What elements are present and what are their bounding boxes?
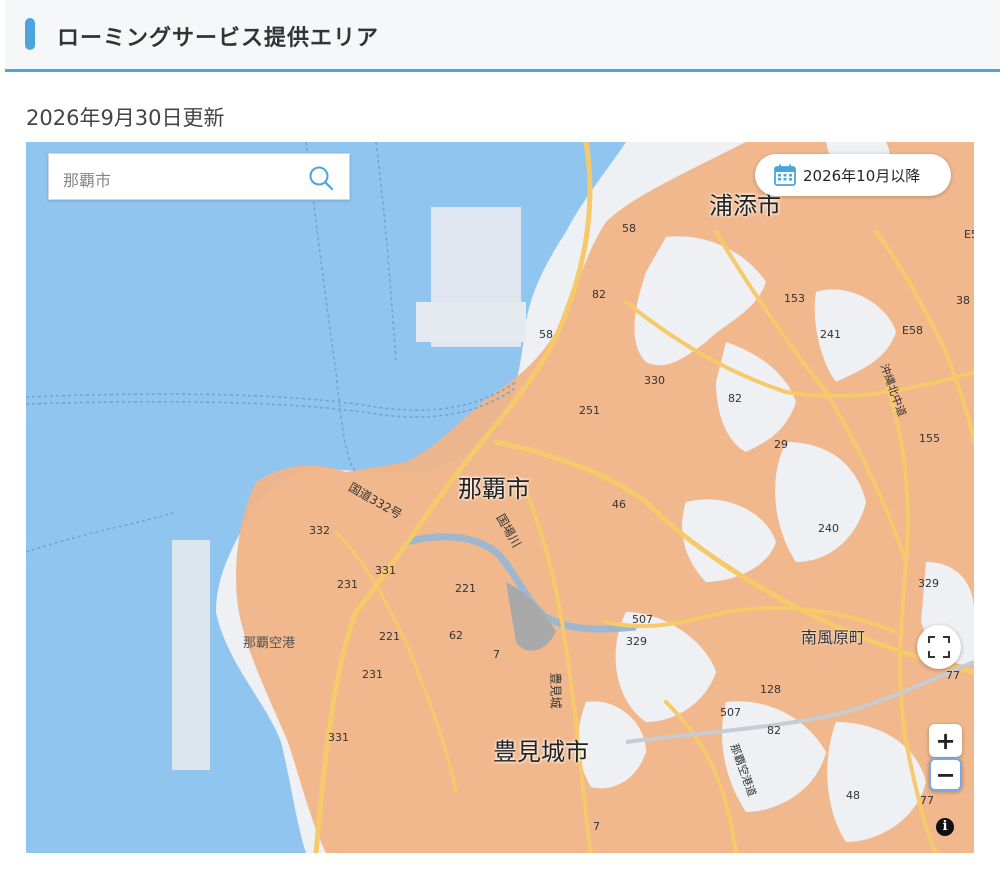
route-number: 62 (449, 629, 463, 642)
fullscreen-button[interactable] (917, 625, 961, 669)
label-tomigusuku: 豊見城市 (493, 738, 589, 766)
route-number: E58 (902, 324, 923, 337)
route-number: 7 (493, 648, 500, 661)
route-number: 82 (767, 724, 781, 737)
info-icon[interactable]: i (936, 818, 954, 836)
route-number: 507 (632, 613, 653, 626)
zoom-out-button[interactable]: − (929, 758, 962, 791)
route-number: 331 (328, 731, 349, 744)
route-number: 77 (920, 794, 934, 807)
fullscreen-icon (928, 636, 950, 658)
route-number: 332 (309, 524, 330, 537)
route-number: 251 (579, 404, 600, 417)
search-input[interactable]: 那覇市 (63, 167, 111, 191)
label-haebaru: 南風原町 (801, 628, 866, 647)
route-number: 221 (455, 582, 476, 595)
route-number: E5 (964, 228, 974, 241)
route-number: 128 (760, 683, 781, 696)
page-title: ローミングサービス提供エリア (57, 26, 380, 51)
route-number: 221 (379, 630, 400, 643)
search-icon[interactable] (307, 164, 335, 192)
calendar-icon (774, 164, 796, 186)
route-number: 46 (612, 498, 626, 511)
date-selector-button[interactable]: 2026年10月以降 (755, 154, 951, 196)
route-number: 48 (846, 789, 860, 802)
route-number: 155 (919, 432, 940, 445)
route-number: 153 (784, 292, 805, 305)
route-number: 82 (728, 392, 742, 405)
route-number: 38 (956, 294, 970, 307)
label-tomigusuku-road: 豊見城 (548, 672, 563, 709)
route-number: 330 (644, 374, 665, 387)
map-search[interactable]: 那覇市 (48, 153, 350, 200)
route-number: 58 (539, 328, 553, 341)
label-airport: 那覇空港 (243, 636, 296, 651)
route-number: 231 (362, 668, 383, 681)
route-number: 29 (774, 438, 788, 451)
route-number: 329 (626, 635, 647, 648)
route-number: 77 (946, 669, 960, 682)
date-selector-label: 2026年10月以降 (803, 167, 921, 185)
header-accent-bar (25, 18, 35, 50)
section-header: ローミングサービス提供エリア (5, 0, 1000, 72)
zoom-in-button[interactable]: + (929, 724, 962, 757)
updated-date: 2026年9月30日更新 (26, 106, 225, 130)
route-number: 231 (337, 578, 358, 591)
route-number: 331 (375, 564, 396, 577)
route-number: 58 (622, 222, 636, 235)
route-number: 240 (818, 522, 839, 535)
route-number: 82 (592, 288, 606, 301)
route-number: 7 (593, 820, 600, 833)
route-number: 329 (918, 577, 939, 590)
route-number: 507 (720, 706, 741, 719)
label-naha: 那覇市 (458, 475, 530, 503)
port-area (416, 302, 526, 342)
airport-runway (172, 540, 210, 770)
route-number: 241 (820, 328, 841, 341)
coverage-map[interactable]: 浦添市 那覇市 豊見城市 南風原町 那覇空港 国道332号 国場川 豊見城 沖縄… (26, 142, 974, 853)
